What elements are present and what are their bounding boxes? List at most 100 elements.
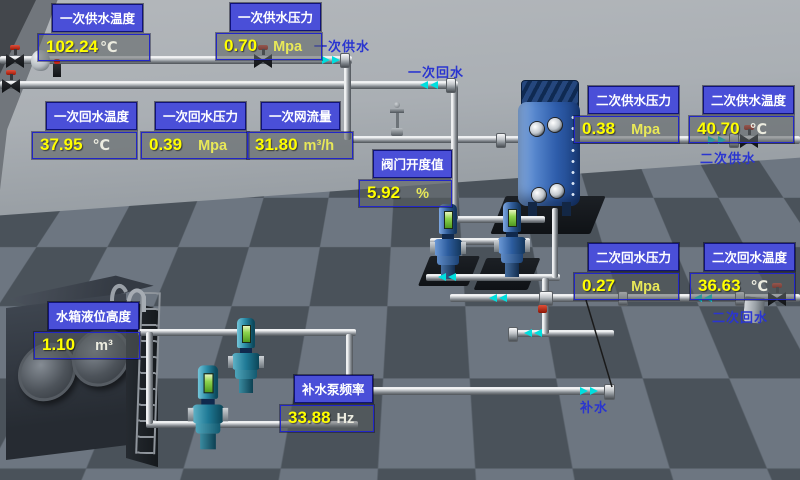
valve-stem bbox=[14, 49, 17, 55]
gauge-value-box: 36.63 ℃ bbox=[690, 273, 795, 300]
pump-foot bbox=[505, 263, 519, 277]
pipe-label-primary-supply: 一次供水 bbox=[314, 36, 370, 55]
gauge-value-box: 33.88 Hz bbox=[280, 405, 374, 432]
pipe-flange bbox=[508, 327, 518, 342]
pump-indicator bbox=[444, 211, 453, 229]
flow-arrow-icon bbox=[420, 81, 428, 89]
makeup-pump-1[interactable] bbox=[228, 318, 264, 396]
pipe-primary-return bbox=[0, 81, 458, 89]
pump-flange bbox=[525, 240, 530, 252]
gauge-secondary-supply-pressure: 二次供水压力 0.38 Mpa bbox=[574, 86, 679, 143]
pump-indicator bbox=[508, 209, 517, 227]
gauge-label: 一次回水压力 bbox=[155, 102, 246, 130]
gauge-value: 36.63 bbox=[698, 276, 741, 296]
pump-flange bbox=[223, 408, 229, 421]
pump-body bbox=[192, 405, 223, 424]
pump-cone bbox=[196, 424, 221, 434]
valve-stem bbox=[10, 74, 13, 80]
pipe-tee bbox=[539, 291, 553, 306]
hmi-heat-station-screen: 一次供水 一次回水 二次供水 二次回水 补水 一次供水温度 102.24 ℃ 一… bbox=[0, 0, 800, 480]
pipe-makeup-water bbox=[350, 387, 610, 395]
gauge-value-box: 40.70 ℃ bbox=[689, 116, 794, 143]
gauge-unit: ℃ bbox=[751, 279, 769, 295]
gauge-unit: Mpa bbox=[631, 122, 660, 138]
pump-foot bbox=[200, 434, 216, 450]
pipe-label-secondary-return: 二次回水 bbox=[712, 307, 768, 326]
gauge-unit: % bbox=[416, 186, 429, 202]
gauge-unit: Mpa bbox=[273, 39, 302, 55]
flow-arrow-icon bbox=[438, 273, 446, 281]
gauge-unit: ℃ bbox=[93, 138, 111, 154]
flow-arrow-icon bbox=[590, 387, 598, 395]
manual-valve[interactable] bbox=[6, 45, 24, 68]
flow-arrow-icon bbox=[448, 273, 456, 281]
control-valve[interactable] bbox=[389, 102, 405, 136]
gauge-value-box: 0.27 Mpa bbox=[574, 273, 679, 300]
flow-arrow-icon bbox=[332, 56, 340, 64]
makeup-pump-2[interactable] bbox=[188, 365, 228, 452]
gauge-value: 0.27 bbox=[582, 276, 615, 296]
flow-arrow-icon bbox=[524, 329, 532, 337]
pump-flange bbox=[188, 408, 194, 421]
heat-exchanger-port bbox=[550, 184, 564, 198]
heat-exchanger-port bbox=[532, 188, 546, 202]
pump-flange bbox=[228, 356, 233, 368]
valve-body bbox=[2, 79, 20, 93]
gauge-label: 一次供水温度 bbox=[52, 4, 143, 32]
gauge-label: 二次供水压力 bbox=[588, 86, 679, 114]
circulation-pump-2[interactable] bbox=[494, 202, 530, 280]
gauge-value-box: 5.92 % bbox=[359, 180, 452, 207]
pipe-flange bbox=[340, 53, 350, 68]
gauge-primary-flow: 一次网流量 31.80 m³/h bbox=[247, 102, 353, 159]
heat-exchanger-leg bbox=[562, 202, 571, 216]
gauge-value: 0.38 bbox=[582, 119, 615, 139]
gauge-label: 补水泵频率 bbox=[294, 375, 373, 403]
gauge-valve-opening: 阀门开度值 5.92 % bbox=[359, 150, 452, 207]
gauge-label: 一次回水温度 bbox=[46, 102, 137, 130]
flow-arrow-icon bbox=[322, 56, 330, 64]
pipe-riser bbox=[451, 87, 458, 220]
gauge-primary-supply-pressure: 一次供水压力 0.70 Mpa bbox=[216, 3, 322, 60]
pump-indicator bbox=[204, 373, 214, 393]
gauge-value: 0.39 bbox=[149, 135, 182, 155]
pump-cone bbox=[437, 256, 459, 265]
pump-foot bbox=[239, 379, 253, 393]
gauge-value-box: 37.95 ℃ bbox=[32, 132, 137, 159]
small-red-valve[interactable] bbox=[538, 305, 547, 313]
pump-cone bbox=[235, 370, 257, 379]
gauge-unit: ℃ bbox=[100, 40, 118, 56]
gauge-makeup-pump-frequency: 补水泵频率 33.88 Hz bbox=[280, 375, 374, 432]
gauge-label: 阀门开度值 bbox=[373, 150, 452, 178]
gauge-label: 二次回水压力 bbox=[588, 243, 679, 271]
manual-valve[interactable] bbox=[2, 70, 20, 93]
gauge-primary-return-temp: 一次回水温度 37.95 ℃ bbox=[32, 102, 137, 159]
circulation-pump-1[interactable] bbox=[430, 204, 466, 282]
gauge-label: 二次回水温度 bbox=[704, 243, 795, 271]
pump-flange bbox=[461, 242, 466, 254]
flow-arrow-icon bbox=[430, 81, 438, 89]
control-valve-bonnet bbox=[391, 128, 403, 136]
pipe-flange bbox=[496, 133, 506, 148]
gauge-value: 0.70 bbox=[224, 36, 257, 56]
gauge-label: 一次网流量 bbox=[261, 102, 340, 130]
gauge-secondary-return-pressure: 二次回水压力 0.27 Mpa bbox=[574, 243, 679, 300]
gauge-value: 37.95 bbox=[40, 135, 83, 155]
gauge-primary-return-pressure: 一次回水压力 0.39 Mpa bbox=[141, 102, 249, 159]
gauge-value-box: 0.70 Mpa bbox=[216, 33, 322, 60]
gauge-value: 33.88 bbox=[288, 408, 331, 428]
control-valve-top bbox=[394, 102, 400, 108]
gauge-value: 31.80 bbox=[255, 135, 298, 155]
pump-indicator bbox=[242, 325, 251, 343]
gauge-primary-supply-temp: 一次供水温度 102.24 ℃ bbox=[38, 4, 150, 61]
gauge-secondary-supply-temp: 二次供水温度 40.70 ℃ bbox=[689, 86, 794, 143]
gauge-unit: Mpa bbox=[198, 138, 227, 154]
gauge-value-box: 102.24 ℃ bbox=[38, 34, 150, 61]
pump-flange bbox=[430, 242, 435, 254]
flow-arrow-icon bbox=[489, 294, 497, 302]
gauge-value: 5.92 bbox=[367, 183, 400, 203]
plate-heat-exchanger[interactable] bbox=[518, 80, 582, 220]
gauge-secondary-return-temp: 二次回水温度 36.63 ℃ bbox=[690, 243, 795, 300]
gauge-unit: Hz bbox=[337, 411, 355, 427]
control-valve-stem bbox=[396, 113, 399, 128]
gauge-value-box: 1.10 m³ bbox=[34, 332, 140, 359]
